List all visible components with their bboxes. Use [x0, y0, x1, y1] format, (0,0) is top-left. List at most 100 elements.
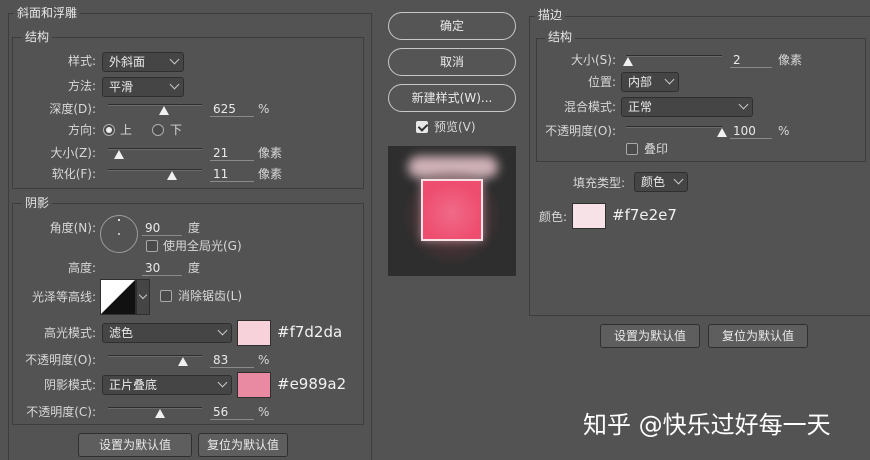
angle-dial-center [118, 233, 120, 235]
stroke-opacity-input[interactable]: 100 [730, 123, 772, 139]
highlight-opacity-thumb[interactable] [178, 357, 189, 366]
depth-input[interactable]: 625 [210, 101, 254, 117]
technique-label: 方法: [67, 79, 96, 93]
gloss-contour-dropdown[interactable] [136, 279, 150, 315]
soften-label: 软化(F): [51, 167, 96, 181]
style-label: 样式: [67, 54, 96, 68]
angle-dial[interactable] [100, 215, 138, 253]
highlight-hex: #f7d2da [277, 323, 343, 341]
direction-up-label: 上 [120, 123, 133, 137]
stroke-color-label: 颜色: [539, 210, 568, 224]
altitude-label: 高度: [67, 261, 96, 275]
highlight-opacity-label: 不透明度(O): [25, 353, 96, 367]
bevel-structure-title: 结构 [22, 30, 53, 44]
highlight-opacity-unit: % [258, 353, 270, 367]
shadow-opacity-input[interactable]: 56 [210, 404, 254, 420]
contour-curve-icon [101, 280, 135, 314]
depth-slider-thumb[interactable] [159, 106, 170, 115]
stroke-reset-default-button[interactable]: 复位为默认值 [708, 324, 808, 348]
new-style-button[interactable]: 新建样式(W)... [388, 84, 516, 112]
gloss-contour-preview[interactable] [100, 279, 136, 315]
overprint-checkbox[interactable] [626, 143, 638, 155]
style-preview-thumbnail [388, 146, 516, 276]
angle-dial-marker [118, 219, 120, 221]
stroke-size-input[interactable]: 2 [730, 52, 772, 68]
depth-unit: % [258, 102, 270, 116]
chevron-down-icon [169, 79, 180, 90]
size-unit: 像素 [258, 146, 283, 160]
chevron-down-icon [217, 377, 228, 388]
highlight-color-swatch[interactable] [237, 320, 271, 346]
antialias-checkbox[interactable] [160, 290, 172, 302]
chevron-down-icon [738, 99, 749, 110]
altitude-input[interactable]: 30 [142, 260, 182, 276]
size-slider-thumb[interactable] [114, 150, 125, 159]
stroke-position-label: 位置: [587, 75, 616, 89]
shadow-hex: #e989a2 [277, 375, 347, 393]
stroke-position-select[interactable]: 内部 [621, 72, 679, 92]
stroke-size-unit: 像素 [778, 53, 803, 67]
shadow-opacity-thumb[interactable] [154, 409, 165, 418]
technique-select[interactable]: 平滑 [102, 77, 184, 97]
shadow-mode-label: 阴影模式: [43, 378, 96, 392]
shading-title: 阴影 [22, 196, 53, 210]
direction-down-radio[interactable] [152, 124, 164, 136]
stroke-fill-group [536, 178, 866, 314]
stroke-blend-select[interactable]: 正常 [621, 97, 753, 117]
stroke-title: 描边 [535, 8, 566, 22]
stroke-opacity-slider[interactable] [626, 126, 722, 128]
fill-type-select[interactable]: 颜色 [634, 172, 688, 192]
stroke-hex: #f7e2e7 [612, 206, 677, 224]
preview-label: 预览(V) [434, 120, 476, 134]
highlight-opacity-input[interactable]: 83 [210, 352, 254, 368]
stroke-make-default-button[interactable]: 设置为默认值 [600, 324, 700, 348]
bevel-title: 斜面和浮雕 [14, 6, 81, 20]
stroke-size-thumb[interactable] [622, 57, 633, 66]
bevel-make-default-button[interactable]: 设置为默认值 [78, 433, 192, 457]
watermark-text: 知乎 @快乐过好每一天 [583, 411, 831, 439]
shadow-color-swatch[interactable] [237, 372, 271, 398]
preview-square [421, 179, 483, 241]
ok-button[interactable]: 确定 [388, 12, 516, 40]
direction-up-radio[interactable] [103, 124, 115, 136]
stroke-size-label: 大小(S): [570, 53, 616, 67]
gloss-contour-label: 光泽等高线: [31, 290, 96, 304]
chevron-down-icon [664, 74, 675, 85]
stroke-structure-title: 结构 [545, 30, 576, 44]
highlight-mode-select[interactable]: 滤色 [102, 323, 232, 343]
soften-slider[interactable] [108, 169, 202, 171]
chevron-down-icon [169, 54, 180, 65]
angle-label: 角度(N): [49, 221, 96, 235]
direction-label: 方向: [67, 123, 96, 137]
stroke-opacity-thumb[interactable] [717, 128, 727, 137]
altitude-unit: 度 [188, 261, 201, 275]
angle-unit: 度 [188, 221, 201, 235]
size-input[interactable]: 21 [210, 145, 254, 161]
stroke-size-slider[interactable] [626, 55, 722, 57]
shadow-opacity-unit: % [258, 405, 270, 419]
angle-input[interactable]: 90 [142, 220, 182, 236]
preview-checkbox[interactable] [416, 121, 428, 133]
shadow-mode-select[interactable]: 正片叠底 [102, 375, 232, 395]
style-select[interactable]: 外斜面 [102, 52, 184, 72]
depth-slider[interactable] [108, 104, 202, 106]
direction-down-label: 下 [170, 123, 183, 137]
overprint-label: 叠印 [644, 142, 669, 156]
antialias-label: 消除锯齿(L) [178, 289, 243, 303]
soften-input[interactable]: 11 [210, 166, 254, 182]
stroke-color-swatch[interactable] [572, 203, 606, 229]
highlight-mode-label: 高光模式: [43, 326, 96, 340]
size-label: 大小(Z): [50, 146, 96, 160]
chevron-down-icon [673, 174, 684, 185]
chevron-down-icon [138, 290, 148, 300]
depth-label: 深度(D): [49, 102, 96, 116]
stroke-opacity-unit: % [778, 124, 790, 138]
chevron-down-icon [217, 325, 228, 336]
fill-type-label: 填充类型: [573, 176, 626, 190]
stroke-opacity-label: 不透明度(O): [545, 124, 616, 138]
cancel-button[interactable]: 取消 [388, 48, 516, 76]
global-light-checkbox[interactable] [146, 240, 158, 252]
bevel-reset-default-button[interactable]: 复位为默认值 [198, 433, 288, 457]
shadow-opacity-label: 不透明度(C): [26, 405, 96, 419]
soften-slider-thumb[interactable] [166, 171, 177, 180]
